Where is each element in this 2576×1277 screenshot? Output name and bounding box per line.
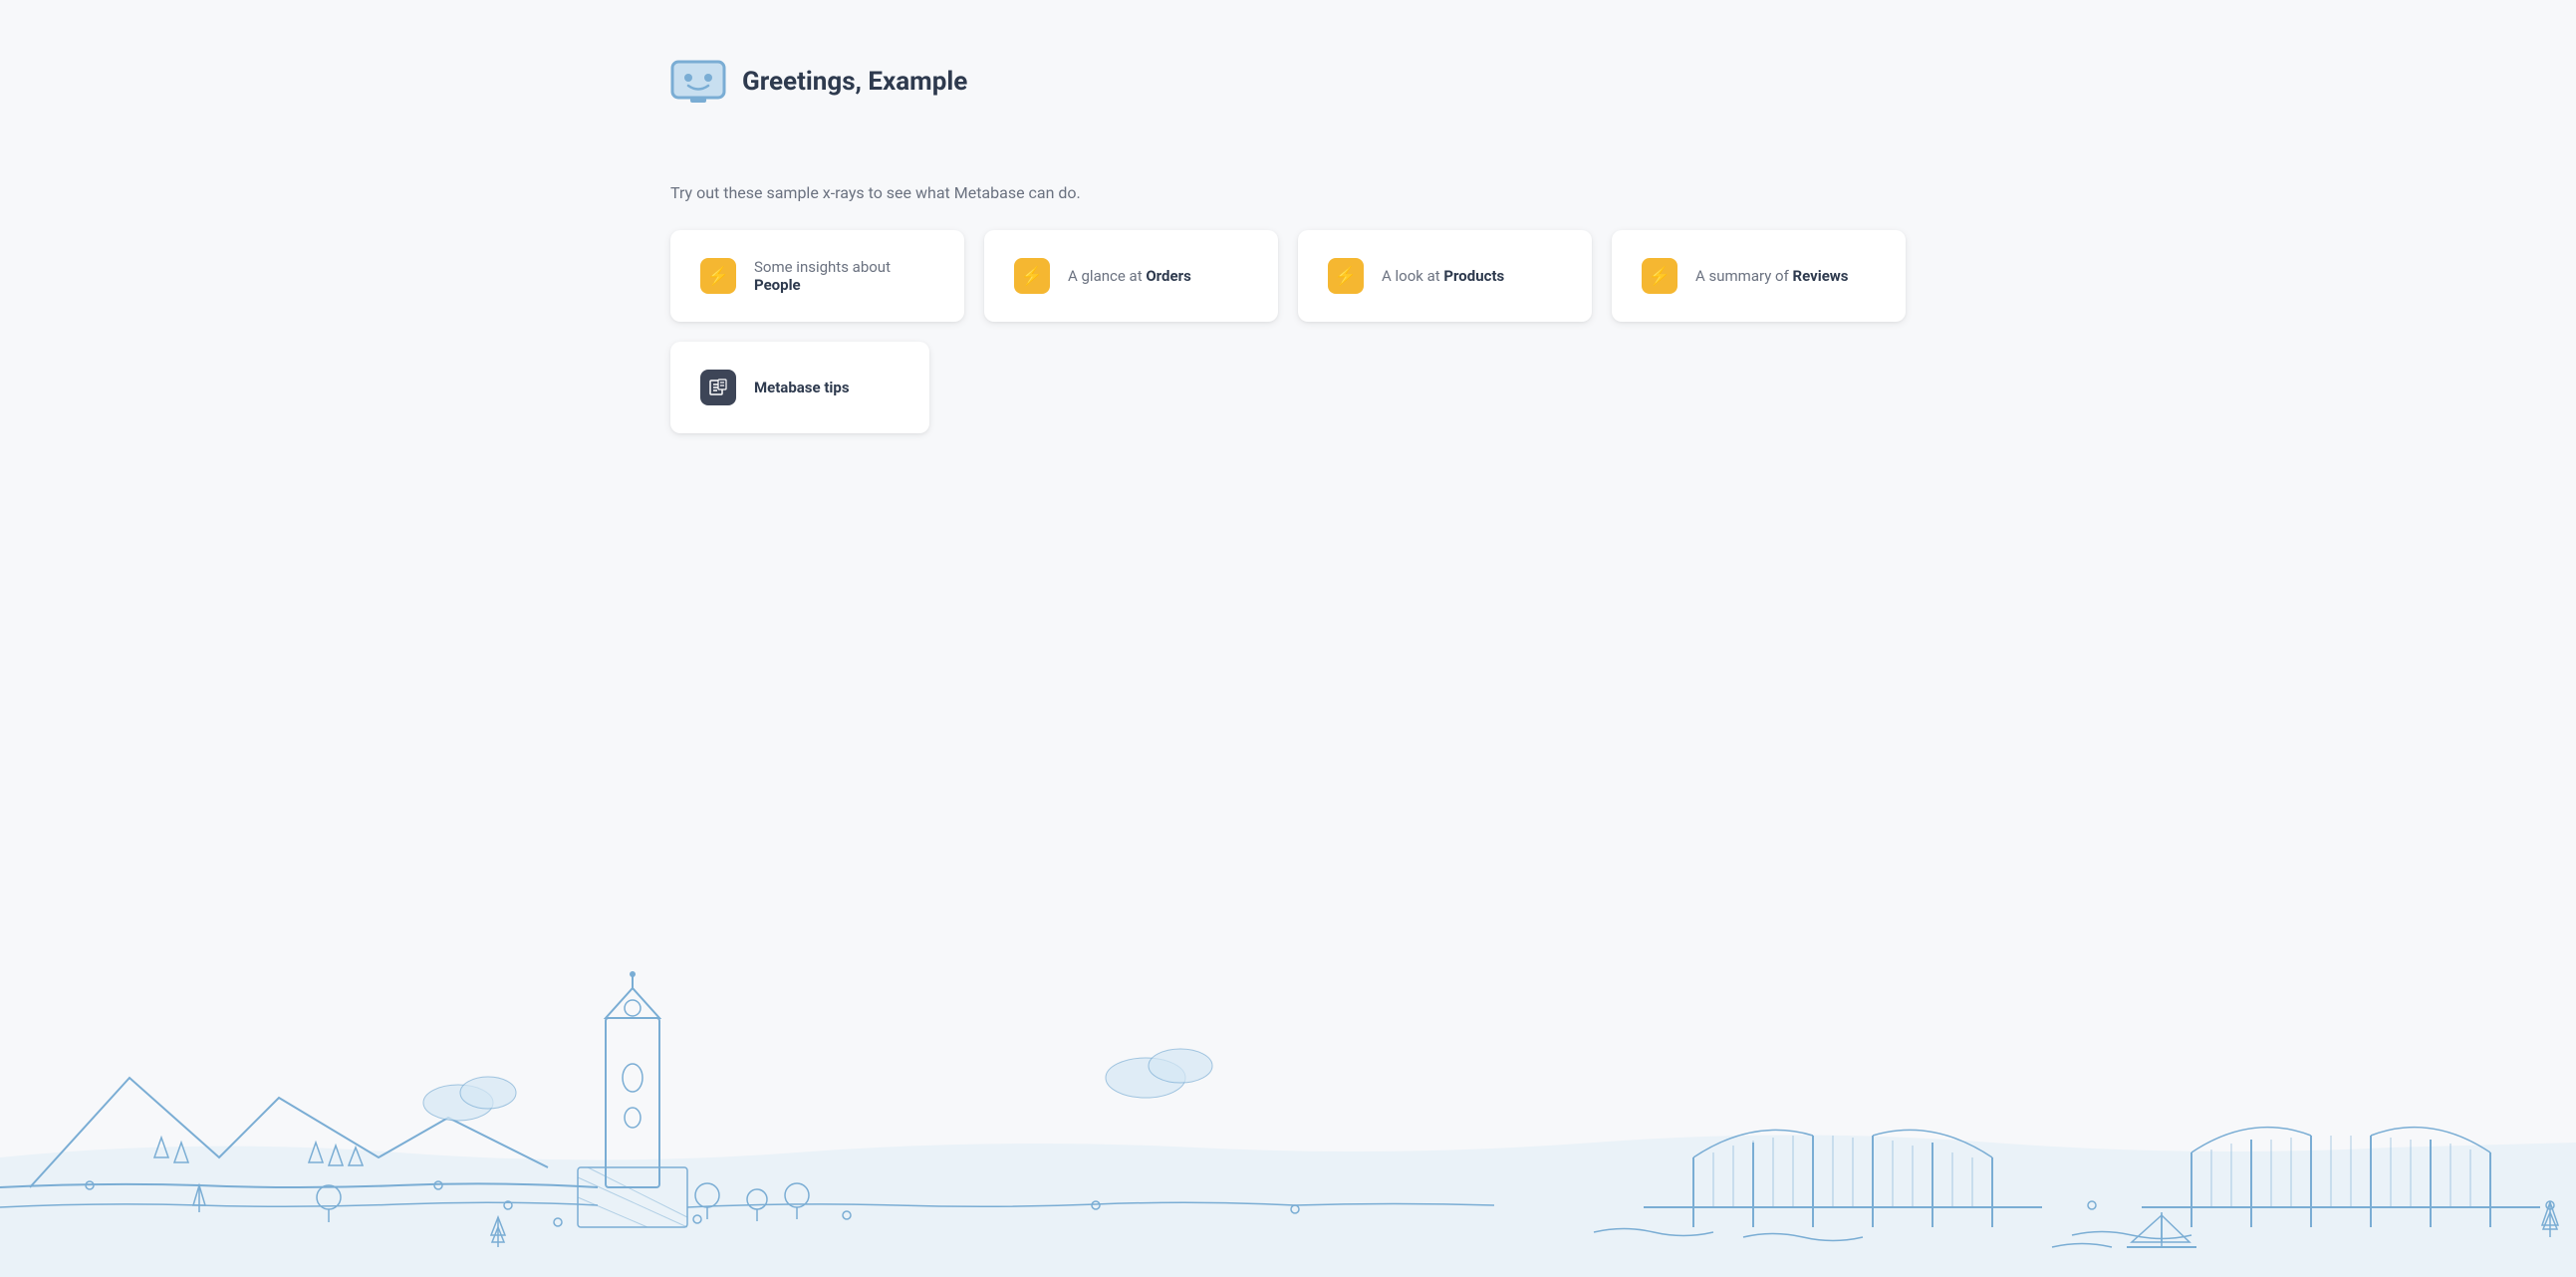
- orders-card-icon: ⚡: [1014, 258, 1050, 294]
- people-card[interactable]: ⚡ Some insights about People: [670, 230, 964, 322]
- reviews-card-text: A summary of Reviews: [1695, 267, 1849, 285]
- subtitle-text: Try out these sample x-rays to see what …: [670, 183, 1906, 202]
- reviews-card[interactable]: ⚡ A summary of Reviews: [1612, 230, 1906, 322]
- orders-card-text: A glance at Orders: [1068, 267, 1191, 285]
- tips-label: Metabase tips: [754, 379, 850, 396]
- xray-cards-row: ⚡ Some insights about People ⚡ A glance …: [670, 230, 1906, 322]
- orders-card[interactable]: ⚡ A glance at Orders: [984, 230, 1278, 322]
- page-header: Greetings, Example: [670, 60, 1906, 104]
- products-card[interactable]: ⚡ A look at Products: [1298, 230, 1592, 322]
- tips-icon: [700, 370, 736, 405]
- app-logo-icon: [670, 60, 726, 104]
- greeting-title: Greetings, Example: [742, 67, 967, 97]
- metabase-tips-card[interactable]: Metabase tips: [670, 342, 929, 433]
- people-card-text: Some insights about People: [754, 258, 934, 294]
- products-card-icon: ⚡: [1328, 258, 1364, 294]
- illustration: [0, 958, 2576, 1277]
- people-card-icon: ⚡: [700, 258, 736, 294]
- products-card-text: A look at Products: [1382, 267, 1504, 285]
- reviews-card-icon: ⚡: [1642, 258, 1677, 294]
